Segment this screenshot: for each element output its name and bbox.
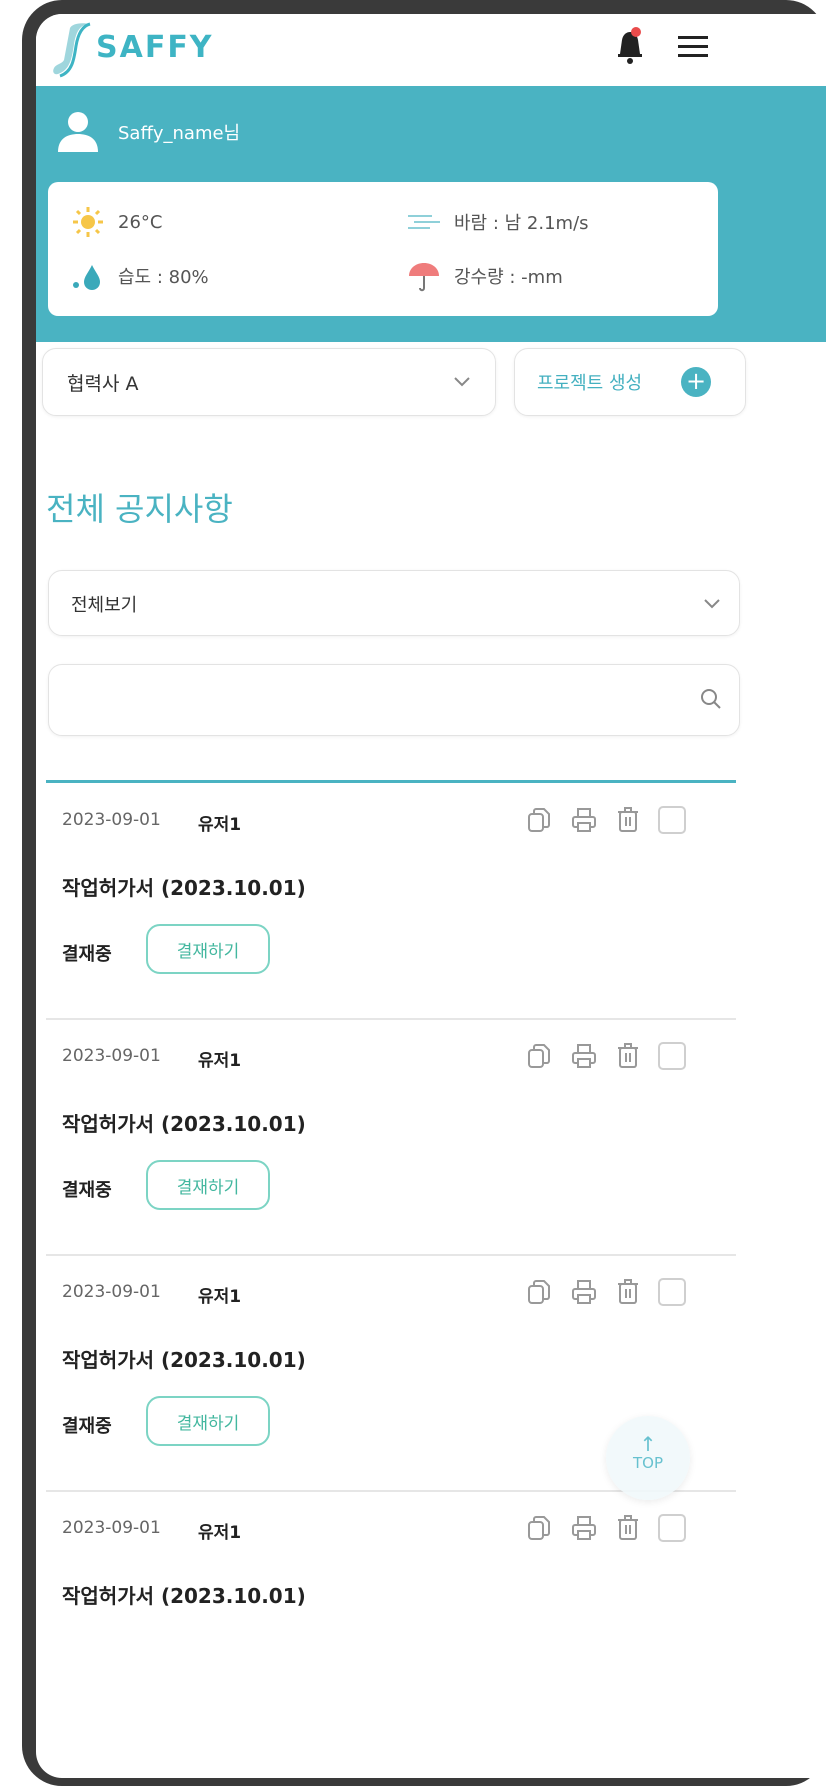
list-item: 2023-09-01 유저1 작업허가서 (2023.10.01): [46, 1492, 736, 1728]
scroll-top-label: TOP: [632, 1454, 663, 1472]
app-screen: SAFFY Saffy_name님 26°C 바람: 남 2.1m/s 습도 …: [36, 14, 826, 1778]
item-date: 2023-09-01: [62, 1046, 161, 1066]
print-icon[interactable]: [570, 1042, 598, 1070]
item-title[interactable]: 작업허가서 (2023.10.01): [62, 1108, 306, 1137]
approve-button[interactable]: 결재하기: [146, 924, 270, 974]
item-date: 2023-09-01: [62, 1282, 161, 1302]
print-icon[interactable]: [570, 806, 598, 834]
item-date: 2023-09-01: [62, 810, 161, 830]
print-icon[interactable]: [570, 1514, 598, 1542]
item-actions: [526, 806, 704, 834]
trash-icon[interactable]: [616, 1514, 640, 1542]
filter-select-value: 전체보기: [71, 595, 138, 616]
item-title[interactable]: 작업허가서 (2023.10.01): [62, 1344, 306, 1373]
trash-icon[interactable]: [616, 1278, 640, 1306]
create-project-button[interactable]: 프로젝트 생성 +: [514, 348, 746, 416]
sun-icon: [68, 206, 108, 238]
item-checkbox[interactable]: [658, 1514, 686, 1542]
list-divider: [46, 780, 736, 783]
item-status: 결재중: [62, 1416, 112, 1437]
item-checkbox[interactable]: [658, 806, 686, 834]
user-profile: Saffy_name님: [56, 108, 240, 156]
item-title[interactable]: 작업허가서 (2023.10.01): [62, 872, 306, 901]
rainfall-value: 강수량 : -mm: [454, 267, 563, 288]
user-banner: Saffy_name님 26°C 바람: 남 2.1m/s 습도: 80% …: [36, 86, 826, 342]
item-author: 유저1: [198, 1523, 242, 1543]
wind-value: 바람 : 남 2.1m/s: [454, 213, 589, 234]
approve-button[interactable]: 결재하기: [146, 1396, 270, 1446]
item-status: 결재중: [62, 1180, 112, 1201]
item-actions: [526, 1042, 704, 1070]
item-actions: [526, 1514, 704, 1542]
filter-select[interactable]: 전체보기: [48, 570, 740, 636]
item-status: 결재중: [62, 944, 112, 965]
company-select[interactable]: 협력사 A: [42, 348, 496, 416]
humidity-value: 습도 : 80%: [118, 267, 209, 288]
weather-card: 26°C 바람 : 남 2.1m/s 습도: 80% 강수량: -mm: [48, 182, 718, 316]
brand-logo[interactable]: SAFFY: [96, 30, 214, 65]
create-project-label: 프로젝트 생성: [537, 373, 643, 394]
water-drop-icon: [68, 260, 108, 292]
umbrella-icon: [404, 260, 444, 292]
chevron-down-icon: [703, 595, 721, 614]
search-icon[interactable]: [699, 687, 723, 715]
copy-icon[interactable]: [526, 1514, 552, 1542]
rainfall: 강수량 : -mm: [404, 260, 563, 292]
temperature-value: 26°C: [118, 211, 163, 233]
hamburger-icon[interactable]: [676, 32, 710, 66]
wind: 바람 : 남 2.1m/s: [404, 206, 589, 238]
page-title: 전체 공지사항: [46, 490, 233, 528]
item-checkbox[interactable]: [658, 1042, 686, 1070]
item-actions: [526, 1278, 704, 1306]
bell-icon[interactable]: [612, 26, 648, 70]
humidity: 습도 : 80%: [68, 260, 209, 292]
item-author: 유저1: [198, 815, 242, 835]
approve-button[interactable]: 결재하기: [146, 1160, 270, 1210]
print-icon[interactable]: [570, 1278, 598, 1306]
trash-icon[interactable]: [616, 806, 640, 834]
wind-icon: [404, 206, 444, 238]
logo-icon: [50, 20, 94, 84]
arrow-up-icon: ↑: [639, 1432, 657, 1456]
item-checkbox[interactable]: [658, 1278, 686, 1306]
item-date: 2023-09-01: [62, 1518, 161, 1538]
search-box: [48, 664, 740, 736]
avatar-icon: [56, 108, 100, 156]
plus-icon: +: [681, 367, 711, 397]
copy-icon[interactable]: [526, 806, 552, 834]
company-select-value: 협력사 A: [67, 373, 139, 395]
list-item: 2023-09-01 유저1 작업허가서 (2023.10.01) 결재중 결재…: [46, 1020, 736, 1256]
list-item: 2023-09-01 유저1 작업허가서 (2023.10.01) 결재중 결재…: [46, 784, 736, 1020]
item-title[interactable]: 작업허가서 (2023.10.01): [62, 1580, 306, 1609]
trash-icon[interactable]: [616, 1042, 640, 1070]
chevron-down-icon: [453, 373, 471, 392]
user-name: Saffy_name님: [118, 123, 241, 144]
search-input[interactable]: [65, 677, 669, 723]
copy-icon[interactable]: [526, 1042, 552, 1070]
temperature: 26°C: [68, 206, 162, 238]
item-author: 유저1: [198, 1287, 242, 1307]
item-author: 유저1: [198, 1051, 242, 1071]
scroll-top-button[interactable]: ↑ TOP: [606, 1416, 690, 1500]
top-bar: SAFFY: [36, 14, 826, 86]
copy-icon[interactable]: [526, 1278, 552, 1306]
